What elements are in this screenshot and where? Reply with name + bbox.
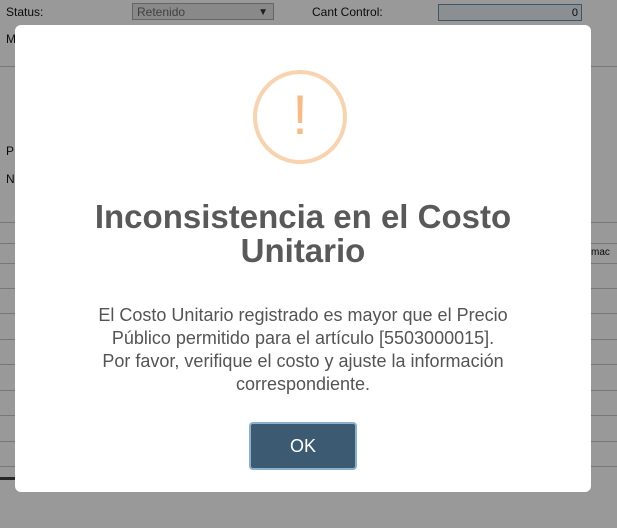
message-line: Por favor, verifique el costo y ajuste l… <box>102 351 504 371</box>
message-line: El Costo Unitario registrado es mayor qu… <box>98 305 508 325</box>
message-line: correspondiente. <box>235 374 371 394</box>
ok-button[interactable]: OK <box>249 422 357 470</box>
message-line: Público permitido para el artículo [5503… <box>111 328 495 348</box>
dialog-message: El Costo Unitario registrado es mayor qu… <box>45 304 561 396</box>
alert-dialog: ! Inconsistencia en el Costo Unitario El… <box>15 25 591 492</box>
warning-exclamation-icon: ! <box>253 70 347 164</box>
dialog-title: Inconsistencia en el Costo Unitario <box>94 198 512 269</box>
exclamation-mark: ! <box>292 83 308 146</box>
